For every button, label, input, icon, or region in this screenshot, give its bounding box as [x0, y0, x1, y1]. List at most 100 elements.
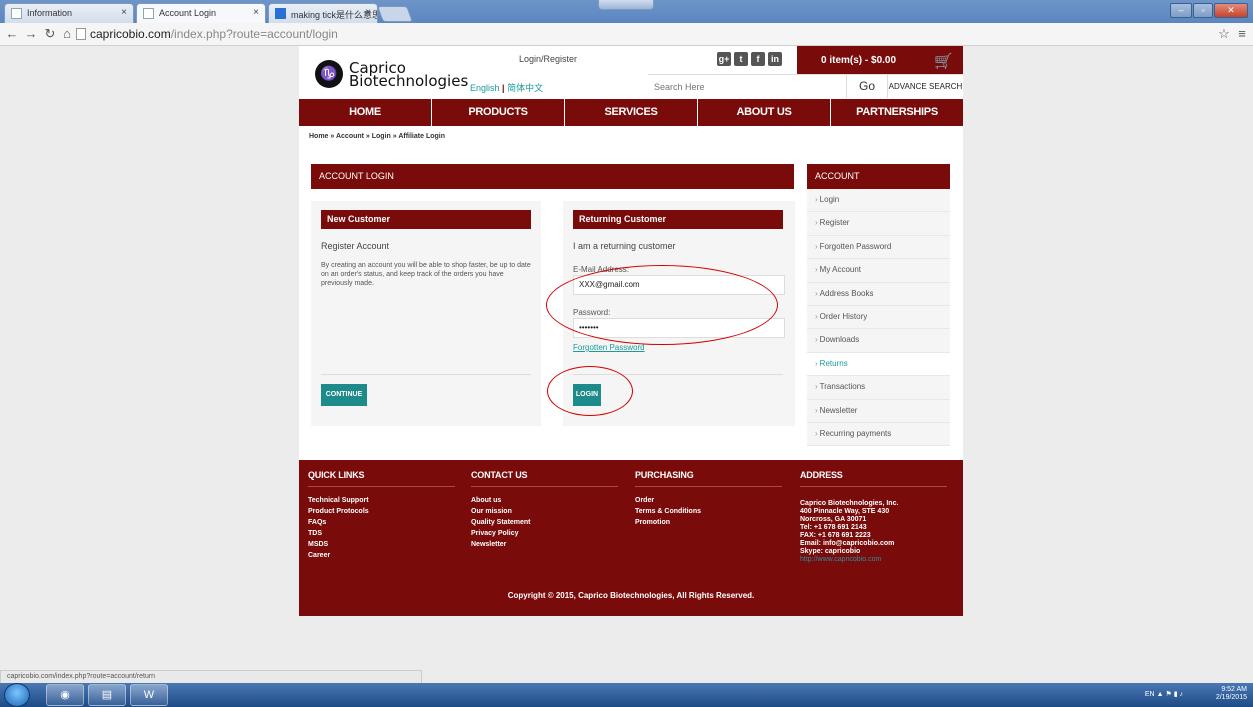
page-icon	[11, 8, 22, 19]
sidebar-item-recurring-payments[interactable]: › Recurring payments	[807, 422, 950, 447]
cart-summary: 0 item(s) - $0.00	[821, 55, 897, 66]
footer-website-link[interactable]: http://www.capricobio.com	[800, 556, 947, 564]
site-logo[interactable]: ♑ Caprico Biotechnologies	[315, 58, 485, 90]
footer-link-promotion[interactable]: Promotion	[635, 517, 782, 528]
footer-link-about-us[interactable]: About us	[471, 495, 618, 506]
footer-link-terms[interactable]: Terms & Conditions	[635, 506, 782, 517]
cart-button[interactable]: 0 item(s) - $0.00 🛒	[797, 46, 963, 74]
sidebar-item-register[interactable]: › Register	[807, 212, 950, 236]
account-login-title: ACCOUNT LOGIN	[311, 164, 794, 189]
footer-link-quality-statement[interactable]: Quality Statement	[471, 517, 618, 528]
tab-information[interactable]: Information ×	[4, 3, 134, 23]
address-skype: Skype: capricobio	[800, 548, 861, 555]
nav-services[interactable]: SERVICES	[565, 99, 698, 126]
footer-link-product-protocols[interactable]: Product Protocols	[308, 506, 455, 517]
footer-quick-links: QUICK LINKS Technical Support Product Pr…	[308, 470, 455, 561]
sidebar-item-forgotten-password[interactable]: › Forgotten Password	[807, 235, 950, 260]
sidebar-item-returns[interactable]: › Returns	[807, 352, 950, 377]
footer-heading: QUICK LINKS	[308, 470, 455, 487]
footer-link-career[interactable]: Career	[308, 550, 455, 561]
footer-link-technical-support[interactable]: Technical Support	[308, 495, 455, 506]
sidebar-item-newsletter[interactable]: › Newsletter	[807, 399, 950, 423]
account-sidebar-title: ACCOUNT	[807, 164, 950, 189]
divider	[573, 374, 783, 375]
nav-partnerships[interactable]: PARTNERSHIPS	[831, 99, 963, 126]
sidebar-item-login[interactable]: › Login	[807, 189, 950, 213]
address-email: Email: info@capricobio.com	[800, 540, 895, 547]
login-button[interactable]: LOGIN	[573, 384, 601, 406]
footer-link-faqs[interactable]: FAQs	[308, 517, 455, 528]
nav-home[interactable]: HOME	[299, 99, 432, 126]
sidebar-item-my-account[interactable]: › My Account	[807, 259, 950, 283]
explorer-taskbar-icon[interactable]: ▤	[88, 684, 126, 706]
forward-icon[interactable]: →	[23, 25, 39, 43]
chevron-right-icon: ›	[815, 218, 818, 228]
facebook-icon[interactable]: f	[751, 52, 765, 66]
home-icon[interactable]: ⌂	[59, 25, 75, 43]
register-account-subtitle: Register Account	[321, 241, 390, 251]
language-indicator[interactable]: EN	[1145, 691, 1155, 698]
reload-icon[interactable]: ↻	[42, 25, 58, 43]
search-input[interactable]	[648, 75, 846, 98]
maximize-icon[interactable]: ▫	[1193, 3, 1213, 18]
site-footer: QUICK LINKS Technical Support Product Pr…	[299, 460, 963, 616]
go-button[interactable]: Go	[846, 75, 888, 98]
network-icon[interactable]: ▮	[1174, 691, 1178, 698]
tab-account-login[interactable]: Account Login ×	[136, 3, 266, 23]
close-icon[interactable]: ×	[253, 7, 259, 18]
email-field[interactable]: XXX@gmail.com	[573, 275, 785, 295]
login-register-link[interactable]: Login/Register	[519, 54, 577, 64]
nav-about-us[interactable]: ABOUT US	[698, 99, 831, 126]
chevron-right-icon: ›	[815, 405, 818, 415]
address-line: Caprico Biotechnologies, Inc.	[800, 500, 899, 507]
chrome-taskbar-icon[interactable]: ◉	[46, 684, 84, 706]
sidebar-item-order-history[interactable]: › Order History	[807, 305, 950, 330]
nav-products[interactable]: PRODUCTS	[432, 99, 565, 126]
twitter-icon[interactable]: t	[734, 52, 748, 66]
lang-chinese-link[interactable]: 简体中文	[507, 83, 543, 93]
forgotten-password-link[interactable]: Forgotten Password	[573, 343, 645, 352]
chevron-right-icon: ›	[815, 382, 818, 392]
footer-link-msds[interactable]: MSDS	[308, 539, 455, 550]
menu-icon[interactable]: ≡	[1234, 25, 1250, 43]
new-tab-button[interactable]	[377, 6, 413, 22]
lang-separator: |	[502, 83, 505, 93]
footer-link-privacy-policy[interactable]: Privacy Policy	[471, 528, 618, 539]
start-button[interactable]	[4, 683, 30, 707]
social-links: g+ t f in	[717, 52, 785, 66]
minimize-icon[interactable]: –	[1170, 3, 1192, 18]
lang-english-link[interactable]: English	[470, 83, 500, 93]
sidebar-item-address-books[interactable]: › Address Books	[807, 282, 950, 306]
back-icon[interactable]: ←	[4, 25, 20, 43]
tab-making-tick[interactable]: making tick是什么意思_ ×	[268, 3, 378, 23]
close-icon[interactable]: ×	[365, 7, 371, 18]
continue-button[interactable]: CONTINUE	[321, 384, 367, 406]
google-plus-icon[interactable]: g+	[717, 52, 731, 66]
linkedin-icon[interactable]: in	[768, 52, 782, 66]
window-close-icon[interactable]: ✕	[1214, 3, 1248, 18]
volume-icon[interactable]: ♪	[1180, 691, 1184, 698]
address-line: Norcross, GA 30071	[800, 516, 867, 523]
sidebar-item-downloads[interactable]: › Downloads	[807, 329, 950, 353]
word-taskbar-icon[interactable]: W	[130, 684, 168, 706]
footer-link-tds[interactable]: TDS	[308, 528, 455, 539]
browser-tab-bar: Information × Account Login × making tic…	[0, 0, 1253, 23]
flag-icon[interactable]: ⚑	[1165, 691, 1171, 698]
sidebar-item-transactions[interactable]: › Transactions	[807, 376, 950, 400]
footer-link-newsletter[interactable]: Newsletter	[471, 539, 618, 550]
bookmark-star-icon[interactable]: ☆	[1216, 25, 1232, 43]
url-field[interactable]: capricobio.com/index.php?route=account/l…	[90, 25, 1210, 43]
browser-status-bar: capricobio.com/index.php?route=account/r…	[0, 670, 422, 684]
password-field[interactable]: •••••••	[573, 318, 785, 338]
clock[interactable]: 9:52 AM 2/19/2015	[1216, 686, 1247, 702]
address-bar-row: ← → ↻ ⌂ capricobio.com/index.php?route=a…	[0, 23, 1253, 46]
close-icon[interactable]: ×	[121, 7, 127, 18]
footer-link-our-mission[interactable]: Our mission	[471, 506, 618, 517]
footer-link-order[interactable]: Order	[635, 495, 782, 506]
webpage: ♑ Caprico Biotechnologies Login/Register…	[299, 46, 963, 616]
advance-search-link[interactable]: ADVANCE SEARCH	[888, 75, 963, 98]
tray-arrow-icon[interactable]: ▲	[1157, 691, 1164, 698]
copyright-text: Copyright © 2015, Caprico Biotechnologie…	[507, 591, 755, 600]
footer-heading: CONTACT US	[471, 470, 618, 487]
footer-heading: ADDRESS	[800, 470, 947, 487]
